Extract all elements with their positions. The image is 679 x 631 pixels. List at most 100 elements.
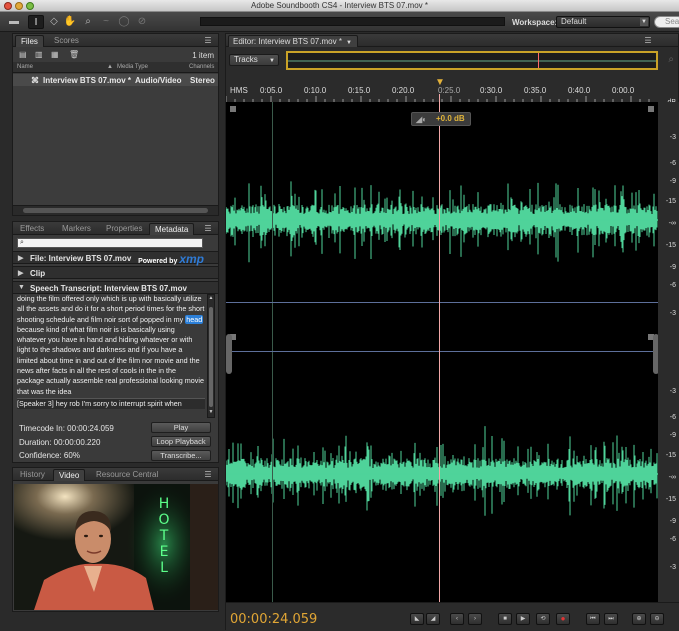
go-to-start-icon[interactable]: ◣ xyxy=(410,613,424,625)
app-menu-icon[interactable]: ▬ xyxy=(4,15,24,29)
panel-menu-icon[interactable]: ☰ xyxy=(202,36,214,45)
column-name[interactable]: Name xyxy=(17,64,33,70)
table-row[interactable]: ⌘ Interview BTS 07.mov * Audio/Video Ste… xyxy=(13,74,218,86)
disclosure-triangle-icon[interactable]: ▶ xyxy=(18,269,23,277)
files-count: 1 item xyxy=(192,51,214,60)
hand-tool-icon[interactable]: ✋ xyxy=(62,15,78,29)
brush-tool-icon[interactable]: ⊘ xyxy=(134,15,150,29)
help-search-input[interactable]: Sea xyxy=(654,16,679,28)
panel-menu-icon[interactable]: ☰ xyxy=(202,224,214,233)
new-file-icon[interactable]: ▤ xyxy=(19,50,29,59)
record-icon[interactable]: ● xyxy=(556,613,570,625)
current-timecode[interactable]: 00:00:24.059 xyxy=(230,612,317,627)
db-tick-label: -6 xyxy=(669,282,676,289)
trash-icon[interactable]: 🗑 xyxy=(69,50,79,59)
zoom-in-icon[interactable]: ⊕ xyxy=(632,613,646,625)
file-name: Interview BTS 07.mov * xyxy=(43,76,132,85)
tab-metadata[interactable]: Metadata xyxy=(149,223,195,235)
scroll-up-icon[interactable]: ▲ xyxy=(208,295,214,303)
panel-menu-icon[interactable]: ☰ xyxy=(642,36,654,45)
db-tick-label: -∞ xyxy=(668,474,676,481)
tab-video[interactable]: Video xyxy=(53,469,86,481)
powered-by-label: Powered by xyxy=(138,258,178,265)
search-icon: ⌕ xyxy=(20,239,24,246)
clip-section-header[interactable]: ▶ Clip xyxy=(13,266,218,279)
ruler-unit-label: HMS xyxy=(230,86,248,95)
playhead-marker-icon[interactable]: ▼ xyxy=(435,78,445,94)
transcript-text-after[interactable]: because kind of what film noir is is bas… xyxy=(17,325,204,396)
scrollbar-thumb[interactable] xyxy=(23,208,208,213)
tab-effects[interactable]: Effects xyxy=(15,223,49,235)
db-tick-label: -15 xyxy=(665,496,676,503)
workspace-value: Default xyxy=(561,17,587,26)
scroll-down-icon[interactable]: ▼ xyxy=(208,409,214,417)
fade-out-handle[interactable] xyxy=(648,106,654,112)
zoom-tool-icon[interactable]: ⌕ xyxy=(80,15,96,29)
tracks-dropdown[interactable]: Tracks ▼ xyxy=(229,54,279,66)
hotel-sign-letter: H xyxy=(159,496,170,512)
play-button[interactable]: Play xyxy=(151,422,211,433)
loop-playback-button[interactable]: Loop Playback xyxy=(151,436,211,447)
column-media-type[interactable]: Media Type xyxy=(117,64,148,70)
play-icon[interactable]: ▶ xyxy=(516,613,530,625)
tab-scores[interactable]: Scores xyxy=(49,35,84,47)
tab-files[interactable]: Files xyxy=(15,35,44,47)
tab-resource-central[interactable]: Resource Central xyxy=(91,469,163,481)
frequency-selection-tool-icon[interactable]: ◇ xyxy=(46,15,62,29)
transcript-section-header[interactable]: ▼ Speech Transcript: Interview BTS 07.mo… xyxy=(13,281,218,294)
xmp-logo: Powered by xmp xyxy=(138,252,204,266)
fast-forward-icon[interactable]: › xyxy=(468,613,482,625)
spot-healing-tool-icon[interactable]: ◯ xyxy=(116,15,132,29)
file-channels: Stereo xyxy=(190,76,215,85)
zoom-icon[interactable]: ⌕ xyxy=(668,54,674,65)
waveform-channel-left xyxy=(226,181,658,263)
overview-navigator[interactable] xyxy=(286,51,658,70)
file-section-header[interactable]: ▶ File: Interview BTS 07.mov Powered by … xyxy=(13,251,218,266)
tab-properties[interactable]: Properties xyxy=(101,223,147,235)
disclosure-triangle-open-icon[interactable]: ▼ xyxy=(18,284,25,291)
files-list-area[interactable] xyxy=(13,86,218,205)
stop-icon[interactable]: ■ xyxy=(498,613,512,625)
volume-hud[interactable]: ◢◐ +0.0 dB xyxy=(411,112,471,126)
left-resize-handle[interactable] xyxy=(226,334,232,374)
transcript-scrollbar[interactable]: ▲ ▼ xyxy=(207,294,215,418)
time-selection-tool-icon[interactable]: I xyxy=(28,15,44,29)
transcript-speaker-line[interactable]: [Speaker 3] hey rob I'm sorry to interru… xyxy=(17,397,205,410)
files-panel: Files Scores ☰ ▤ ▥ ▦ 🗑 1 item Name ▲ Med… xyxy=(12,33,219,216)
workspace-select[interactable]: Default ▼ xyxy=(556,16,650,28)
scrollbar-thumb[interactable] xyxy=(209,307,213,407)
loop-icon[interactable]: ⟲ xyxy=(536,613,550,625)
fade-in-handle[interactable] xyxy=(230,106,236,112)
workspace-label: Workspace: xyxy=(512,18,558,27)
lasso-tool-icon[interactable]: ~ xyxy=(98,15,114,29)
sort-ascending-icon: ▲ xyxy=(107,64,113,70)
transcript-highlighted-word[interactable]: head xyxy=(185,314,204,324)
playhead-line[interactable] xyxy=(439,94,440,602)
rewind-icon[interactable]: ‹ xyxy=(450,613,464,625)
waveform-display[interactable] xyxy=(226,102,658,602)
tab-markers[interactable]: Markers xyxy=(57,223,96,235)
next-marker-icon[interactable]: ⏭ xyxy=(604,613,618,625)
file-section-label: File: Interview BTS 07.mov xyxy=(30,254,132,263)
disclosure-triangle-icon[interactable]: ▶ xyxy=(18,254,23,262)
metadata-search-input[interactable]: ⌕ xyxy=(17,238,203,248)
open-folder-icon[interactable]: ▥ xyxy=(35,50,45,59)
transcript-section-label: Speech Transcript: Interview BTS 07.mov xyxy=(30,284,187,293)
go-to-end-icon[interactable]: ◢ xyxy=(426,613,440,625)
import-icon[interactable]: ▦ xyxy=(51,50,61,59)
tab-history[interactable]: History xyxy=(15,469,50,481)
ruler-tick-label: 0:00.0 xyxy=(612,86,635,95)
channel-divider-line xyxy=(226,351,658,352)
files-horizontal-scrollbar[interactable] xyxy=(13,205,218,215)
previous-marker-icon[interactable]: ⏮ xyxy=(586,613,600,625)
transcribe-button[interactable]: Transcribe... xyxy=(151,450,211,461)
volume-knob-icon: ◢◐ xyxy=(416,115,427,124)
tab-editor[interactable]: Editor: Interview BTS 07.mov * ▼ xyxy=(228,35,358,47)
db-tick-label: -9 xyxy=(669,178,676,185)
transcript-text-before[interactable]: doing the film offered only which is up … xyxy=(17,294,204,324)
chevron-down-icon[interactable]: ▼ xyxy=(346,38,352,49)
column-channels[interactable]: Channels xyxy=(189,64,214,70)
zoom-out-icon[interactable]: ⊖ xyxy=(650,613,664,625)
panel-menu-icon[interactable]: ☰ xyxy=(202,470,214,479)
speech-transcript-text[interactable]: doing the film offered only which is up … xyxy=(17,294,205,416)
